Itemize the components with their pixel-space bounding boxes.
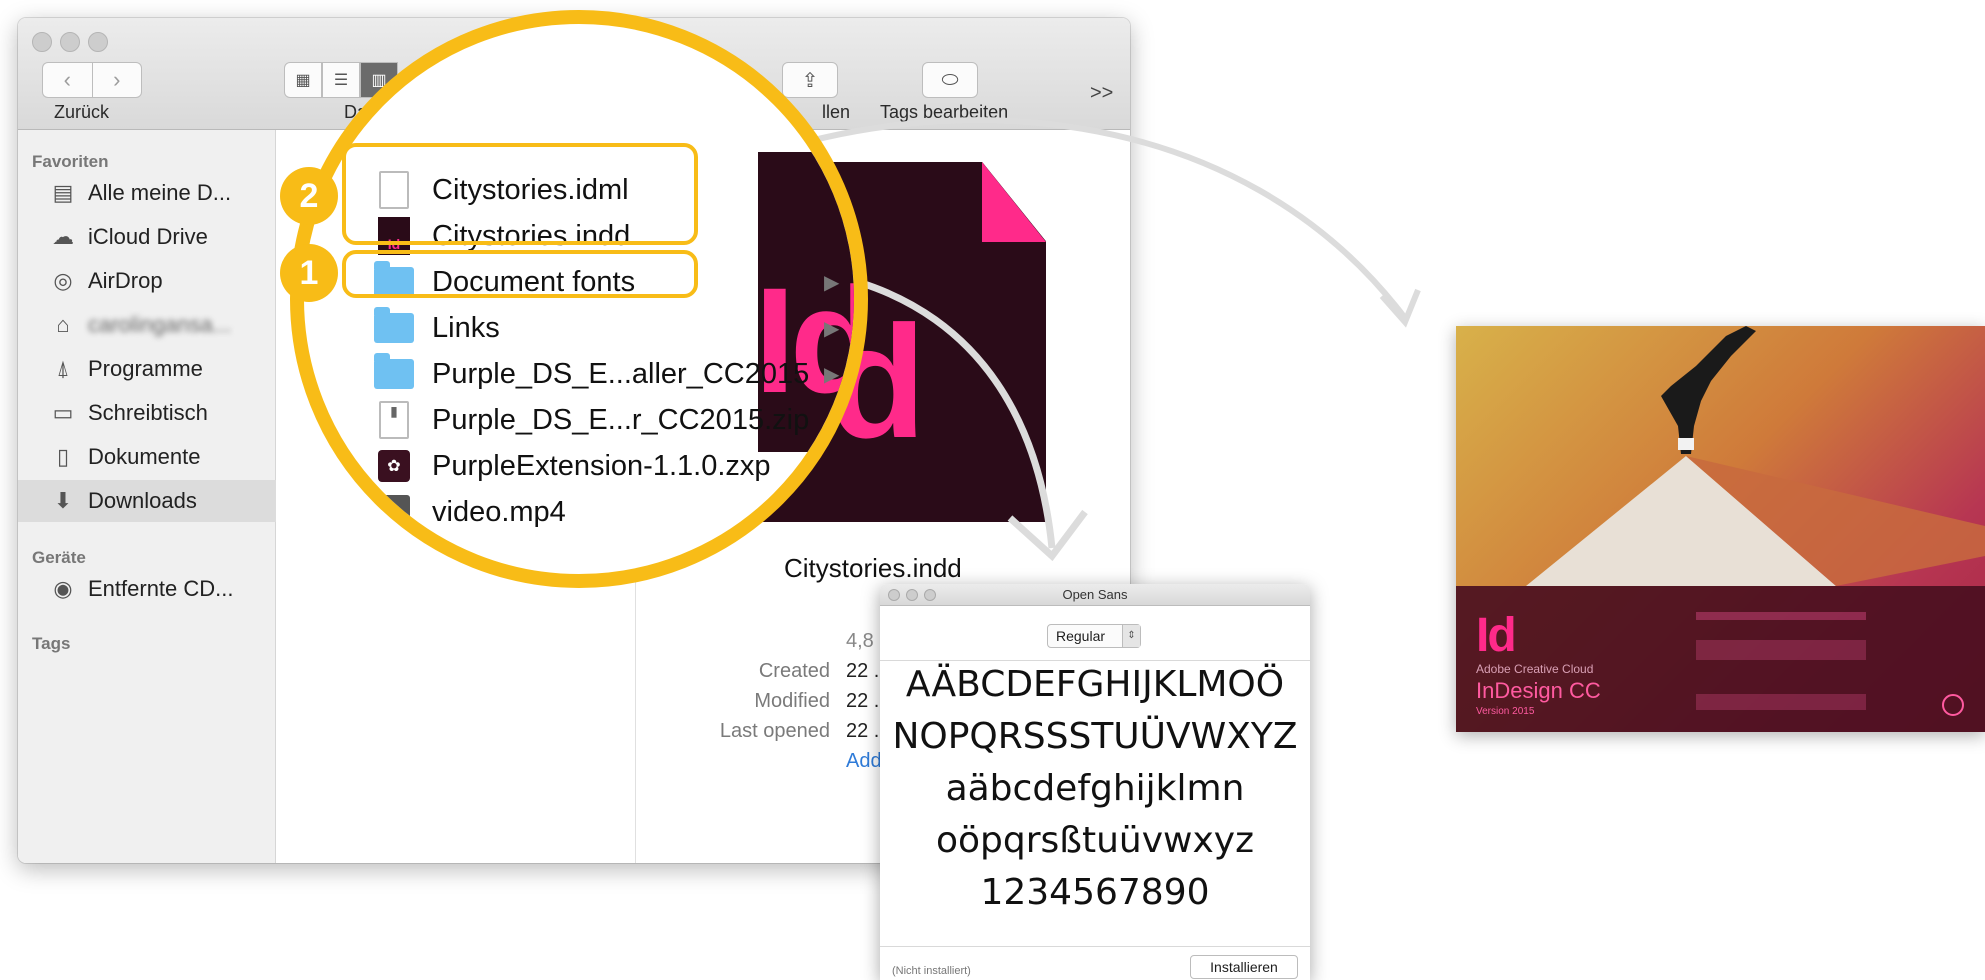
file-row[interactable]: ✿ PurpleExtension-1.1.0.zxp xyxy=(374,444,771,488)
font-style-value: Regular xyxy=(1056,628,1106,644)
folder-icon xyxy=(374,353,414,394)
folder-icon xyxy=(374,307,414,348)
magnifier-circle: Id Citystories.idml Id Citystories.indd … xyxy=(290,10,868,588)
video-icon: ▶ xyxy=(374,492,414,532)
disclosure-arrow-icon: ▶ xyxy=(824,272,840,294)
stepper-arrows-icon: ⇕ xyxy=(1122,625,1140,647)
file-name: video.mp4 xyxy=(432,495,566,528)
step-badge-1: 1 xyxy=(280,244,338,302)
extension-icon: ✿ xyxy=(374,446,414,486)
font-style-select[interactable]: Regular ⇕ xyxy=(1047,624,1141,648)
divider xyxy=(880,660,1310,661)
divider xyxy=(880,946,1310,947)
highlight-box-2 xyxy=(342,143,698,245)
font-sample-line: aäbcdefghijklmn xyxy=(945,768,1245,809)
file-name: PurpleExtension-1.1.0.zxp xyxy=(432,449,771,482)
font-sample-line: AÄBCDEFGHIJKLMOÖ xyxy=(905,664,1285,705)
disclosure-arrow-icon: ▶ xyxy=(824,318,840,340)
file-name: Purple_DS_E...aller_CC2015 xyxy=(432,357,810,390)
disclosure-arrow-icon: ▶ xyxy=(824,364,840,386)
file-name: Links xyxy=(432,311,500,344)
font-window-title: Open Sans xyxy=(1062,587,1128,602)
font-sample-line: 1234567890 xyxy=(980,872,1210,913)
file-name: Purple_DS_E...r_CC2015.zip xyxy=(432,403,810,436)
install-button[interactable]: Installieren xyxy=(1190,955,1298,979)
install-status: (Nicht installiert) xyxy=(892,965,971,977)
file-row[interactable]: ▶ video.mp4 xyxy=(374,490,566,534)
font-preview-window: Open Sans Regular ⇕ AÄBCDEFGHIJKLMOÖ NOP… xyxy=(880,584,1310,980)
file-row[interactable]: Purple_DS_E...aller_CC2015 xyxy=(374,352,809,396)
file-row[interactable]: ▮ Purple_DS_E...r_CC2015.zip xyxy=(374,398,809,442)
font-sample-line: oöpqrsßtuüvwxyz xyxy=(936,820,1254,861)
file-row[interactable]: Links xyxy=(374,306,500,350)
zip-icon: ▮ xyxy=(374,400,414,440)
font-sample-line: NOPQRSSSTUÜVWXYZ xyxy=(892,716,1298,757)
font-window-titlebar: Open Sans xyxy=(880,584,1310,606)
step-badge-2: 2 xyxy=(280,167,338,225)
highlight-box-1 xyxy=(342,250,698,298)
